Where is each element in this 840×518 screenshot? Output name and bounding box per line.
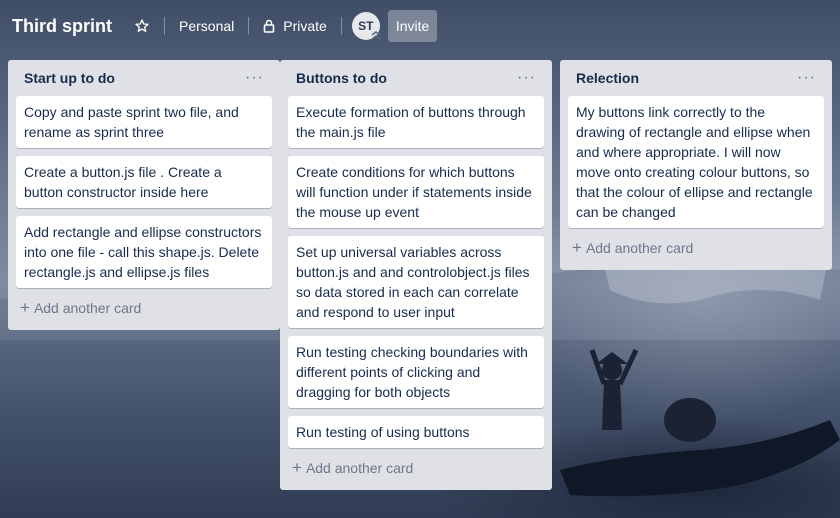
- list-menu-icon[interactable]: ···: [511, 70, 542, 86]
- board-header: Third sprint Personal Private ST Invite: [0, 0, 840, 52]
- card[interactable]: Set up universal variables across button…: [288, 236, 544, 328]
- card[interactable]: Execute formation of buttons through the…: [288, 96, 544, 148]
- star-button[interactable]: [130, 10, 154, 42]
- visibility-label: Private: [283, 18, 327, 34]
- add-card-button[interactable]: + Add another card: [568, 234, 824, 262]
- list-menu-icon[interactable]: ···: [239, 70, 270, 86]
- plus-icon: +: [292, 458, 302, 477]
- add-card-button[interactable]: + Add another card: [16, 294, 272, 322]
- list-title[interactable]: Relection: [576, 70, 639, 86]
- list-title[interactable]: Start up to do: [24, 70, 115, 86]
- plus-icon: +: [20, 298, 30, 317]
- lock-icon: [263, 19, 275, 33]
- board-title[interactable]: Third sprint: [12, 16, 118, 37]
- card[interactable]: Create a button.js file . Create a butto…: [16, 156, 272, 208]
- list-header: Start up to do ···: [16, 60, 272, 96]
- admin-chevron-icon: [371, 31, 381, 40]
- card[interactable]: Run testing of using buttons: [288, 416, 544, 448]
- add-card-label: Add another card: [305, 460, 414, 476]
- add-card-label: Add another card: [33, 300, 142, 316]
- header-divider: [248, 17, 250, 35]
- list-header: Buttons to do ···: [288, 60, 544, 96]
- header-divider: [340, 17, 342, 35]
- list-start-up-to-do: Start up to do ··· Copy and paste sprint…: [8, 60, 280, 330]
- invite-button[interactable]: Invite: [387, 10, 438, 42]
- star-icon: [135, 19, 149, 32]
- add-card-label: Add another card: [585, 240, 694, 256]
- list-buttons-to-do: Buttons to do ··· Execute formation of b…: [280, 60, 552, 490]
- card[interactable]: Run testing checking boundaries with dif…: [288, 336, 544, 408]
- team-label: Personal: [179, 18, 235, 34]
- card[interactable]: Create conditions for which buttons will…: [288, 156, 544, 228]
- plus-icon: +: [572, 238, 582, 257]
- card[interactable]: My buttons link correctly to the drawing…: [568, 96, 824, 228]
- header-divider: [164, 17, 165, 35]
- add-card-button[interactable]: + Add another card: [288, 454, 544, 482]
- avatar[interactable]: ST: [351, 12, 381, 40]
- list-relection: Relection ··· My buttons link correctly …: [560, 60, 832, 270]
- list-header: Relection ···: [568, 60, 824, 96]
- team-button[interactable]: Personal: [175, 10, 238, 42]
- list-title[interactable]: Buttons to do: [296, 70, 387, 86]
- card[interactable]: Copy and paste sprint two file, and rena…: [16, 96, 272, 148]
- card[interactable]: Add rectangle and ellipse constructors i…: [16, 216, 272, 288]
- list-menu-icon[interactable]: ···: [791, 70, 822, 86]
- visibility-button[interactable]: Private: [259, 10, 331, 42]
